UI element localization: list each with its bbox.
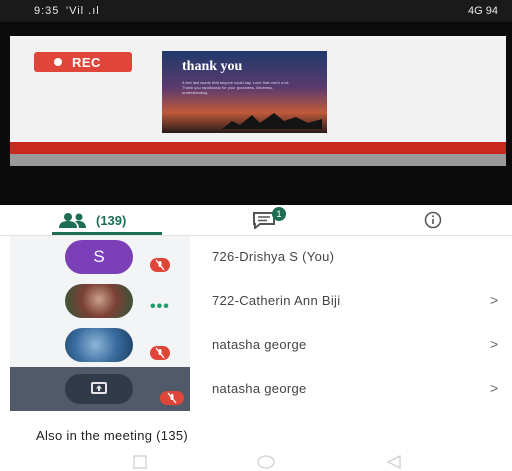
nav-circle-icon[interactable]: [255, 455, 277, 469]
chevron-right-icon[interactable]: >: [490, 292, 498, 308]
nav-back-icon[interactable]: [383, 455, 405, 469]
tab-info[interactable]: [420, 205, 450, 235]
participant-name: natasha george: [212, 337, 307, 352]
people-icon: [59, 213, 86, 228]
system-nav-bar: [0, 451, 512, 471]
participant-row[interactable]: S 726-Drishya S (You): [0, 236, 512, 279]
avatar: [65, 284, 133, 318]
participant-name: natasha george: [212, 381, 307, 396]
status-battery: 4G 94: [468, 5, 498, 17]
shared-screen-view[interactable]: thank you A few last words that anyone c…: [0, 22, 512, 205]
avatar: [65, 328, 133, 362]
mic-off-icon: [150, 258, 170, 272]
slide-title: thank you: [182, 59, 243, 74]
participant-list: S 726-Drishya S (You) ••• 722-Catherin A…: [0, 236, 512, 411]
participant-row[interactable]: ••• 722-Catherin Ann Biji >: [0, 280, 512, 323]
slide-thumbnail: thank you A few last words that anyone c…: [162, 51, 327, 133]
slide-tree-silhouette: [222, 113, 322, 129]
status-time: 9:35: [34, 5, 60, 17]
chevron-right-icon[interactable]: >: [490, 380, 498, 396]
avatar: S: [65, 240, 133, 274]
participant-row[interactable]: natasha george >: [0, 368, 512, 411]
chevron-right-icon[interactable]: >: [490, 336, 498, 352]
tab-chat[interactable]: 1: [252, 205, 302, 235]
rec-dot-icon: [54, 58, 62, 66]
chat-badge: 1: [272, 207, 286, 221]
participant-name: 726-Drishya S (You): [212, 249, 335, 264]
people-count: (139): [96, 213, 127, 228]
screen-grey-band: [10, 154, 506, 166]
info-icon: [424, 211, 442, 229]
also-in-meeting-heading: Also in the meeting (135): [36, 428, 189, 443]
meeting-tabs: (139) 1: [0, 205, 512, 235]
slide-body: A few last words that anyone could say. …: [182, 80, 290, 95]
participant-name: 722-Catherin Ann Biji: [212, 293, 341, 308]
status-bar: 9:35 'Vil .ıl 4G 94: [0, 0, 512, 22]
tab-people[interactable]: (139): [40, 205, 170, 235]
nav-square-icon[interactable]: [130, 455, 150, 469]
mic-off-icon: [150, 346, 170, 360]
rec-label: REC: [72, 55, 101, 70]
participant-row[interactable]: natasha george >: [0, 324, 512, 367]
status-network: 'Vil .ıl: [66, 5, 100, 17]
recording-badge: REC: [34, 52, 132, 72]
screen-red-band: [10, 142, 506, 154]
more-dots-icon: •••: [150, 298, 170, 315]
